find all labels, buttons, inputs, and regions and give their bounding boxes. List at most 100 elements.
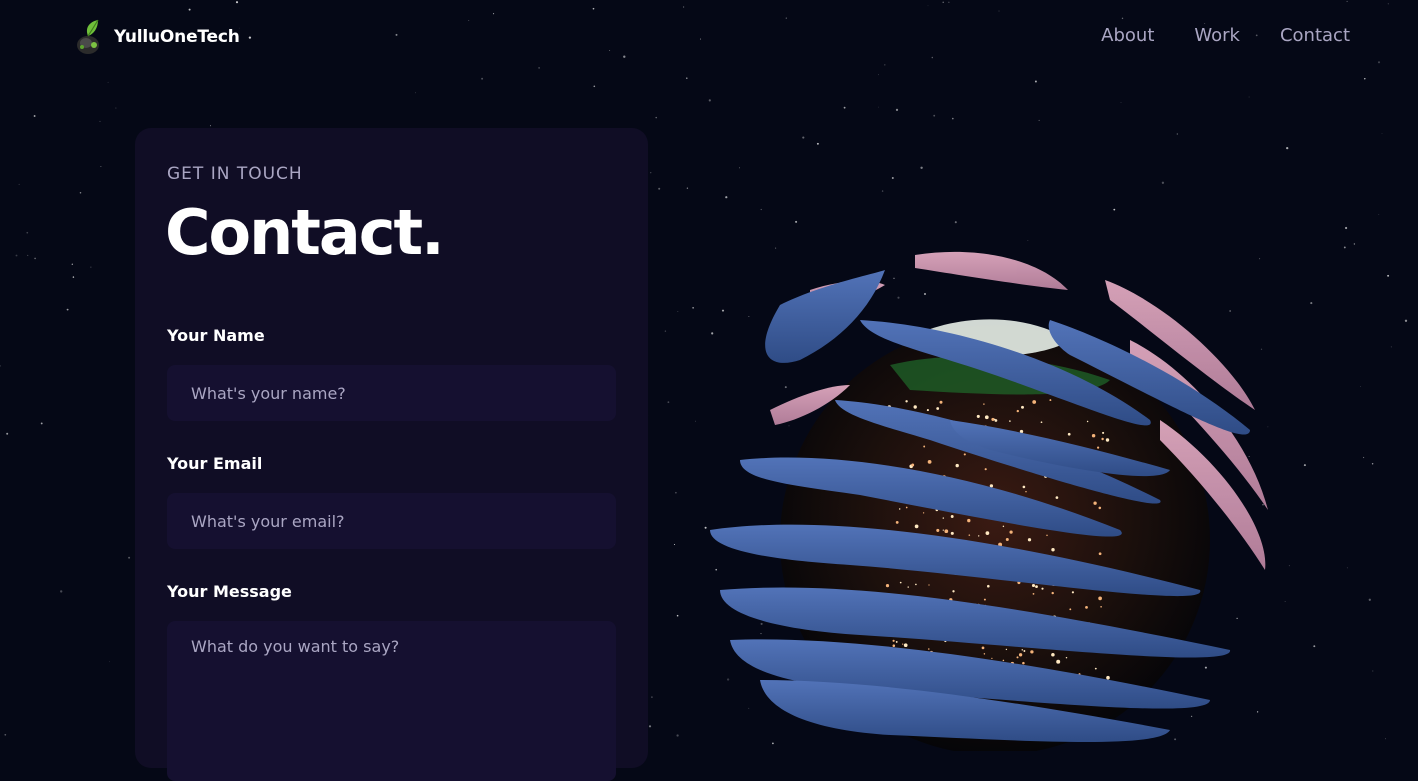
- city-light: [1091, 433, 1096, 438]
- city-light: [899, 581, 902, 584]
- city-light: [1005, 648, 1008, 651]
- city-light: [1022, 661, 1025, 665]
- star: [1368, 598, 1371, 601]
- star: [816, 142, 819, 145]
- brand-link[interactable]: YulluOneTech: [74, 18, 240, 56]
- city-light: [983, 598, 986, 601]
- star: [725, 196, 728, 199]
- section-title: Contact.: [165, 196, 445, 269]
- star: [651, 696, 653, 698]
- star: [920, 166, 923, 169]
- city-light: [1086, 420, 1089, 423]
- city-light: [926, 409, 929, 412]
- nav-link-work[interactable]: Work: [1194, 25, 1240, 46]
- city-light: [1071, 591, 1074, 594]
- star: [1390, 346, 1392, 348]
- city-light: [885, 584, 890, 588]
- contact-card: GET IN TOUCH Contact. Your Name Your Ema…: [135, 128, 648, 781]
- star: [1248, 96, 1250, 98]
- message-label: Your Message: [167, 582, 292, 601]
- star: [878, 106, 879, 108]
- star: [1364, 77, 1366, 80]
- star: [71, 263, 73, 265]
- star: [1286, 146, 1289, 150]
- city-light: [907, 586, 909, 588]
- star: [667, 401, 670, 404]
- star: [107, 81, 109, 83]
- city-light: [922, 512, 925, 514]
- star: [1161, 181, 1165, 184]
- star: [1034, 80, 1037, 83]
- city-light: [895, 521, 899, 524]
- logo-icon: [77, 19, 99, 54]
- earth-3d-canvas[interactable]: [690, 230, 1290, 751]
- city-light: [1106, 675, 1110, 680]
- city-light: [1025, 490, 1027, 493]
- star: [673, 543, 676, 546]
- city-light: [1097, 446, 1100, 449]
- star: [1372, 670, 1374, 672]
- star: [34, 257, 36, 260]
- city-light: [911, 463, 915, 467]
- star: [1387, 274, 1390, 277]
- star: [115, 107, 117, 109]
- star: [90, 266, 92, 268]
- star: [100, 166, 102, 168]
- city-light: [1051, 652, 1055, 657]
- city-light: [1069, 608, 1072, 611]
- nav-link-contact[interactable]: Contact: [1280, 25, 1350, 46]
- star: [481, 77, 484, 80]
- city-light: [913, 405, 917, 409]
- star: [1303, 464, 1306, 467]
- city-light: [1035, 585, 1038, 588]
- star: [27, 254, 29, 256]
- city-light: [1051, 548, 1055, 552]
- star: [676, 614, 679, 617]
- city-light: [1005, 538, 1009, 541]
- star: [1384, 738, 1387, 740]
- name-input[interactable]: [167, 365, 616, 421]
- city-light: [987, 584, 990, 588]
- city-light: [968, 534, 971, 536]
- city-light: [1032, 593, 1035, 595]
- star: [26, 231, 29, 234]
- city-light: [928, 648, 930, 650]
- brand-name: YulluOneTech: [114, 27, 240, 47]
- nav-links: About Work Contact: [1101, 25, 1350, 46]
- city-light: [1065, 656, 1068, 659]
- city-light: [1067, 432, 1071, 436]
- star: [891, 177, 894, 179]
- nav-link-about[interactable]: About: [1101, 25, 1154, 46]
- city-light: [915, 583, 917, 586]
- star: [60, 590, 63, 593]
- star: [708, 99, 711, 102]
- star: [6, 432, 9, 435]
- city-light: [1046, 534, 1048, 537]
- star: [843, 106, 846, 109]
- star: [802, 136, 805, 139]
- city-light: [927, 459, 932, 464]
- email-label: Your Email: [167, 454, 263, 473]
- city-light: [1085, 606, 1088, 609]
- star: [760, 208, 762, 211]
- city-light: [976, 414, 980, 418]
- city-light: [1016, 409, 1019, 413]
- star: [1120, 102, 1122, 104]
- star: [1371, 463, 1374, 465]
- city-light: [1093, 501, 1097, 505]
- city-light: [1100, 605, 1102, 608]
- star: [209, 125, 212, 127]
- email-input[interactable]: [167, 493, 616, 549]
- city-light: [1094, 667, 1097, 670]
- star: [686, 187, 689, 189]
- star: [414, 92, 416, 94]
- navbar: YulluOneTech About Work Contact: [0, 0, 1418, 72]
- city-light: [928, 584, 930, 586]
- star: [1176, 133, 1178, 135]
- star: [650, 172, 652, 174]
- city-light: [936, 407, 940, 410]
- message-textarea[interactable]: [167, 621, 616, 781]
- city-light: [1021, 405, 1024, 409]
- star: [878, 74, 879, 76]
- star: [128, 556, 131, 559]
